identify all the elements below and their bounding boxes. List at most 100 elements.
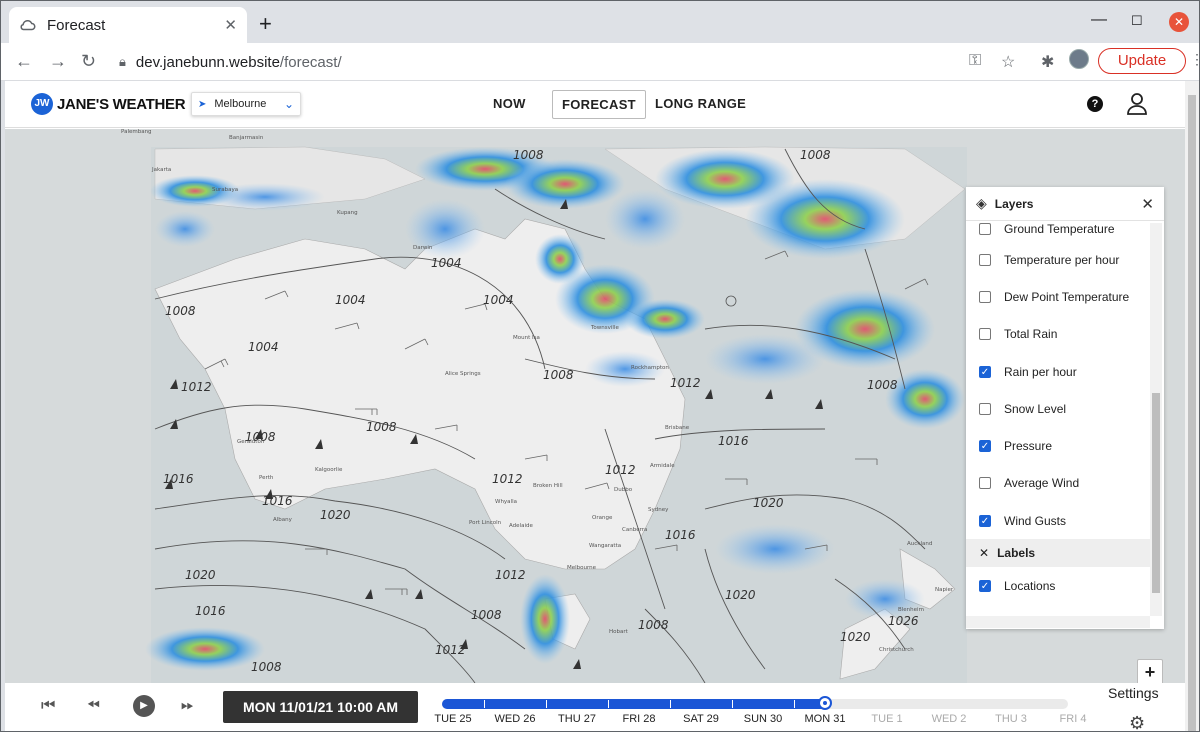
nav-forecast[interactable]: FORECAST: [552, 90, 646, 119]
forward-icon[interactable]: →: [49, 51, 67, 72]
extensions-icon[interactable]: ✱: [1041, 52, 1054, 72]
profile-avatar[interactable]: [1069, 49, 1089, 69]
layer-label: Pressure: [1004, 439, 1053, 454]
close-icon[interactable]: ✕: [1141, 195, 1154, 213]
checkbox[interactable]: [979, 253, 991, 266]
pressure-label: 1016: [262, 494, 293, 508]
pressure-label: 1008: [471, 608, 502, 622]
layer-item-average-wind[interactable]: Average Wind: [966, 465, 1150, 502]
timeline-track[interactable]: [442, 696, 1068, 710]
fast-forward-icon[interactable]: ⏩︎: [181, 697, 194, 715]
maximize-icon[interactable]: ☐: [1131, 13, 1143, 29]
timeline-day-label[interactable]: MON 31: [805, 713, 846, 725]
pressure-label: 1008: [366, 420, 397, 434]
pressure-label: 1020: [753, 496, 784, 510]
pressure-label: 1008: [638, 618, 669, 632]
skip-start-icon[interactable]: ⏮︎: [41, 697, 55, 715]
pressure-label: 1016: [718, 434, 749, 448]
star-icon[interactable]: ☆: [1001, 52, 1015, 72]
timeline-day-label[interactable]: THU 3: [995, 713, 1027, 725]
layer-label: Average Wind: [1004, 476, 1080, 491]
place-label: Jakarta: [151, 167, 171, 173]
timeline-day-label[interactable]: SAT 29: [683, 713, 719, 725]
layers-scrollbar[interactable]: [1150, 223, 1162, 616]
tab-bar: Forecast ✕ + — ☐ ✕: [1, 1, 1199, 43]
scroll-thumb[interactable]: [1188, 95, 1196, 731]
checkbox-checked[interactable]: ✓: [979, 365, 991, 378]
timeline-day-label[interactable]: TUE 25: [434, 713, 471, 725]
timeline-day-label[interactable]: FRI 4: [1060, 713, 1087, 725]
timeline-day-label[interactable]: WED 2: [932, 713, 967, 725]
page-scrollbar[interactable]: [1185, 81, 1199, 731]
reload-icon[interactable]: ↻: [81, 51, 96, 72]
minimize-icon[interactable]: —: [1091, 11, 1107, 29]
layer-item-rain-per-hour[interactable]: ✓ Rain per hour: [966, 353, 1150, 390]
browser-window: Forecast ✕ + — ☐ ✕ ← → ↻ 🔒︎ dev.janebunn…: [0, 0, 1200, 732]
timeline-tick: [608, 700, 609, 708]
timeline-day-label[interactable]: SUN 30: [744, 713, 783, 725]
pressure-label: 1008: [543, 368, 574, 382]
timeline-progress: [442, 699, 825, 709]
layer-item-pressure[interactable]: ✓ Pressure: [966, 427, 1150, 464]
checkbox[interactable]: [979, 477, 991, 490]
timeline-tick: [732, 700, 733, 708]
place-label: Port Lincoln: [469, 520, 502, 526]
tab-title: Forecast: [47, 16, 106, 34]
scroll-thumb[interactable]: [1152, 393, 1160, 593]
browser-toolbar: ← → ↻ 🔒︎ dev.janebunn.website /forecast/…: [1, 43, 1199, 81]
layer-item-ground-temperature[interactable]: Ground Temperature: [966, 223, 1150, 241]
timeline-day-label[interactable]: WED 26: [495, 713, 536, 725]
place-label: Alice Springs: [445, 371, 481, 377]
place-label: Armidale: [650, 463, 675, 469]
layer-item-wind-gusts[interactable]: ✓ Wind Gusts: [966, 502, 1150, 539]
help-icon[interactable]: ?: [1087, 96, 1103, 112]
timeline-handle[interactable]: [818, 696, 832, 710]
update-button[interactable]: Update: [1098, 48, 1186, 74]
browser-tab[interactable]: Forecast ✕: [9, 7, 247, 43]
checkbox[interactable]: [979, 402, 991, 415]
labels-section-header[interactable]: ✕ Labels: [966, 539, 1150, 568]
settings-label[interactable]: Settings: [1108, 685, 1159, 701]
layers-hscrollbar[interactable]: [966, 616, 1150, 628]
site-logo[interactable]: JW JANE'S WEATHER: [31, 93, 186, 115]
layer-item-temperature-per-hour[interactable]: Temperature per hour: [966, 241, 1150, 278]
pressure-label: 1004: [248, 340, 279, 354]
layer-item-total-rain[interactable]: Total Rain: [966, 316, 1150, 353]
checkbox-checked[interactable]: ✓: [979, 514, 991, 527]
window-close-icon[interactable]: ✕: [1169, 12, 1189, 32]
timeline-day-label[interactable]: FRI 28: [622, 713, 655, 725]
nav-now[interactable]: NOW: [493, 96, 526, 111]
timeline-day-label[interactable]: THU 27: [558, 713, 596, 725]
user-icon[interactable]: [1127, 93, 1147, 115]
nav-long-range[interactable]: LONG RANGE: [655, 96, 746, 111]
rewind-icon[interactable]: ⏪︎: [87, 697, 100, 715]
gear-icon[interactable]: ⚙: [1129, 713, 1145, 731]
checkbox[interactable]: [979, 223, 991, 235]
layer-item-dew-point[interactable]: Dew Point Temperature: [966, 278, 1150, 315]
address-bar[interactable]: 🔒︎ dev.janebunn.website /forecast/: [109, 47, 1029, 77]
location-selector[interactable]: ➤ Melbourne ⌄: [191, 92, 301, 116]
layers-title: Layers: [994, 196, 1034, 211]
key-icon[interactable]: ⚿: [969, 52, 981, 70]
label-item-locations[interactable]: ✓ Locations: [966, 567, 1150, 604]
pressure-label: 1008: [251, 660, 282, 674]
place-label: Townsville: [590, 325, 619, 331]
checkbox[interactable]: [979, 328, 991, 341]
timeline-day-label[interactable]: TUE 1: [871, 713, 902, 725]
checkbox-checked[interactable]: ✓: [979, 580, 991, 593]
pressure-label: 1016: [195, 604, 226, 618]
collapse-icon[interactable]: ✕: [979, 546, 989, 560]
place-label: Whyalla: [495, 499, 517, 505]
back-icon[interactable]: ←: [15, 51, 33, 72]
weather-map[interactable]: 1008 1008 1004 1004 1004 1008 1004 1008 …: [5, 129, 1185, 683]
checkbox-checked[interactable]: ✓: [979, 440, 991, 453]
close-tab-icon[interactable]: ✕: [224, 16, 237, 34]
menu-kebab-icon[interactable]: ⋮: [1190, 51, 1200, 68]
checkbox[interactable]: [979, 290, 991, 303]
zoom-in-button[interactable]: +: [1138, 660, 1162, 683]
layer-item-snow-level[interactable]: Snow Level: [966, 390, 1150, 427]
pressure-label: 1008: [867, 378, 898, 392]
play-button[interactable]: ▶: [133, 695, 155, 717]
place-label: Perth: [259, 475, 274, 481]
new-tab-icon[interactable]: +: [259, 13, 272, 35]
